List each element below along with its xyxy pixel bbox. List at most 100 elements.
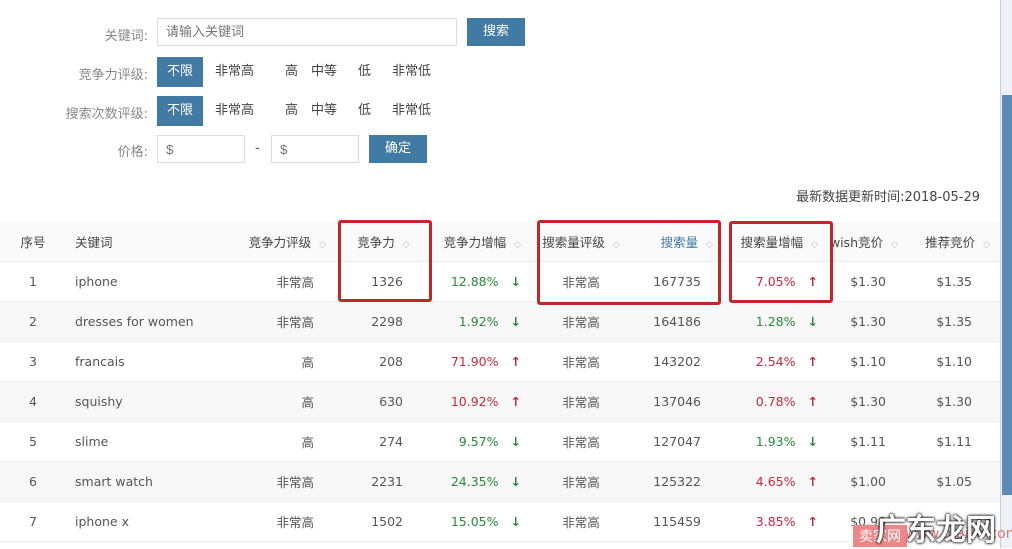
cell-kw: smart watch — [66, 461, 236, 502]
search-count-option[interactable]: 非常低 — [382, 96, 441, 126]
cell-kw: francais — [66, 341, 236, 382]
cell-idx: 3 — [0, 341, 66, 382]
cell-srate: 非常高 — [531, 381, 631, 422]
cell-text: 非常高 — [562, 515, 600, 530]
column-header-label: 序号 — [20, 235, 46, 250]
cell-text: 137046 — [653, 394, 701, 409]
cell-sgrow: 2.54% ↑ — [723, 341, 828, 382]
cell-text: $1.11 — [936, 434, 972, 449]
cell-crate: 非常高 — [236, 461, 336, 502]
arrow-down-icon: ↓ — [510, 474, 521, 489]
cell-text: 10.92% — [450, 394, 499, 409]
keyword-input[interactable] — [157, 18, 457, 46]
cell-text: 1 — [29, 274, 37, 289]
table-row[interactable]: 1 iphone 非常高 1326 12.88% ↓ 非常高 167735 7.05% ↑ $1.3… — [0, 261, 1000, 302]
cell-text: $1.10 — [850, 354, 886, 369]
cell-svol: 137046 — [631, 381, 723, 422]
cell-idx: 2 — [0, 301, 66, 342]
cell-text: 2231 — [371, 474, 403, 489]
cell-text: 12.88% — [450, 274, 499, 289]
sort-icon[interactable]: ◇ — [891, 240, 898, 250]
sort-icon[interactable]: ◇ — [983, 240, 990, 250]
cell-wish: $1.00 — [828, 461, 908, 502]
column-header[interactable]: 推荐竞价 ◇ — [908, 222, 1000, 262]
cell-text: 非常高 — [562, 315, 600, 330]
table-row[interactable]: 6 smart watch 非常高 2231 24.35% ↓ 非常高 125322 4.65%… — [0, 461, 1000, 502]
search-count-option[interactable]: 低 — [348, 96, 381, 126]
highlight-box-search-growth — [729, 221, 833, 303]
price-min-input[interactable] — [157, 135, 245, 163]
cell-text: slime — [75, 434, 109, 449]
cell-text: 2.54% — [755, 354, 796, 369]
table-row[interactable]: 5 slime 高 274 9.57% ↓ 非常高 127047 1.93% ↓ $1.11 $1.1… — [0, 421, 1000, 462]
confirm-button[interactable]: 确定 — [369, 135, 427, 163]
cell-text: $1.35 — [936, 274, 972, 289]
cell-crate: 非常高 — [236, 261, 336, 302]
competition-option[interactable]: 不限 — [157, 57, 204, 87]
price-max-input[interactable] — [271, 135, 359, 163]
cell-text: 非常高 — [276, 315, 314, 330]
cell-text: 高 — [301, 435, 314, 450]
highlight-box-search-volume — [537, 220, 721, 305]
sort-icon[interactable]: ◇ — [319, 240, 326, 250]
cell-text: $1.30 — [850, 394, 886, 409]
cell-text: 2298 — [371, 314, 403, 329]
arrow-up-icon: ↑ — [807, 394, 818, 409]
table-header: 序号 关键词 竞争力评级 ◇ 竞争力 ◇ 竞争力增幅 ◇ 搜索量评级 ◇ 搜索量 ◇ 搜索量增幅 ◇ wis… — [0, 222, 1000, 262]
cell-text: francais — [75, 354, 125, 369]
cell-text: 1.92% — [458, 314, 499, 329]
cell-wish: $1.30 — [828, 381, 908, 422]
search-count-option[interactable]: 不限 — [157, 96, 204, 126]
cell-cgrow: 1.92% ↓ — [431, 301, 531, 342]
arrow-down-icon: ↓ — [510, 274, 521, 289]
cell-text: dresses for women — [75, 314, 194, 329]
cell-text: $1.05 — [936, 474, 972, 489]
arrow-up-icon: ↑ — [807, 514, 818, 529]
table-row[interactable]: 2 dresses for women 非常高 2298 1.92% ↓ 非常高 164186… — [0, 301, 1000, 342]
cell-rec: $1.35 — [908, 301, 1000, 342]
cell-text: iphone x — [75, 514, 129, 529]
highlight-box-competition — [338, 220, 432, 302]
arrow-up-icon: ↑ — [807, 354, 818, 369]
cell-wish: $1.30 — [828, 261, 908, 302]
cell-idx: 4 — [0, 381, 66, 422]
cell-text: 208 — [379, 354, 403, 369]
cell-text: 127047 — [653, 434, 701, 449]
competition-option[interactable]: 非常低 — [382, 57, 441, 87]
cell-rec: $1.11 — [908, 421, 1000, 462]
search-button[interactable]: 搜索 — [467, 18, 525, 46]
column-header-label: wish竞价 — [829, 235, 884, 250]
column-header[interactable]: wish竞价 ◇ — [828, 222, 908, 262]
arrow-down-icon: ↓ — [510, 314, 521, 329]
cell-idx: 6 — [0, 461, 66, 502]
column-header[interactable]: 竞争力评级 ◇ — [236, 222, 336, 262]
cell-text: 非常高 — [562, 355, 600, 370]
cell-srate: 非常高 — [531, 461, 631, 502]
cell-comp: 2298 — [336, 301, 431, 342]
column-header[interactable]: 竞争力增幅 ◇ — [431, 222, 531, 262]
arrow-up-icon: ↑ — [510, 354, 521, 369]
competition-option[interactable]: 低 — [348, 57, 381, 87]
table-row[interactable]: 4 squishy 高 630 10.92% ↑ 非常高 137046 0.78% ↑ $1.30 $… — [0, 381, 1000, 422]
cell-comp: 1502 — [336, 501, 431, 542]
search-count-option[interactable]: 非常高 — [205, 96, 264, 126]
cell-idx: 7 — [0, 501, 66, 542]
arrow-down-icon: ↓ — [807, 434, 818, 449]
competition-option[interactable]: 中等 — [301, 57, 347, 87]
cell-text: 1.93% — [755, 434, 796, 449]
sort-icon[interactable]: ◇ — [514, 240, 521, 250]
cell-text: 非常高 — [562, 395, 600, 410]
competition-option[interactable]: 非常高 — [205, 57, 264, 87]
table-row[interactable]: 3 francais 高 208 71.90% ↑ 非常高 143202 2.54% ↑ $1.10… — [0, 341, 1000, 382]
cell-text: $1.00 — [850, 474, 886, 489]
cell-sgrow: 0.78% ↑ — [723, 381, 828, 422]
search-count-option[interactable]: 中等 — [301, 96, 347, 126]
cell-comp: 274 — [336, 421, 431, 462]
cell-rec: $1.10 — [908, 341, 1000, 382]
cell-srate: 非常高 — [531, 341, 631, 382]
column-header-label: 竞争力增幅 — [443, 235, 507, 250]
cell-text: squishy — [75, 394, 123, 409]
cell-text: 1502 — [371, 514, 403, 529]
table-row[interactable]: 7 iphone x 非常高 1502 15.05% ↓ 非常高 115459 3.85% ↑ $0… — [0, 501, 1000, 542]
scrollbar-thumb[interactable] — [1002, 95, 1012, 495]
